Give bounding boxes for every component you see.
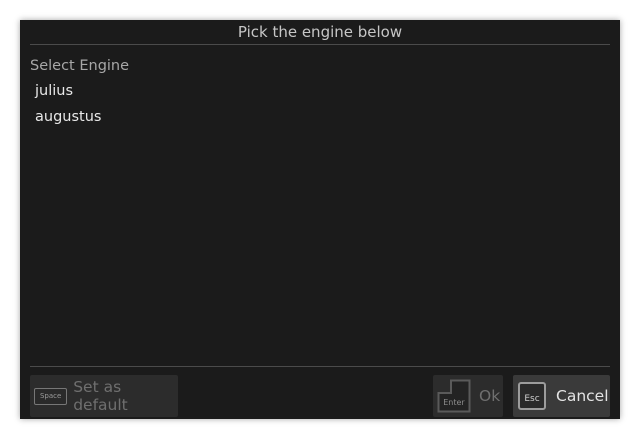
title-divider [30,44,610,45]
set-default-label: Set as default [73,378,128,414]
dialog-title: Pick the engine below [237,23,403,41]
cancel-label: Cancel [556,387,609,405]
cancel-button[interactable]: Esc Cancel [513,375,610,417]
engine-item-julius[interactable]: julius [30,78,610,104]
engine-list: julius augustus [30,78,610,130]
engine-item-augustus[interactable]: augustus [30,104,610,130]
engine-picker-dialog: Pick the engine below Select Engine juli… [20,20,620,419]
enter-key-icon: Enter [437,379,471,413]
enter-key-text: Enter [443,398,465,407]
select-engine-label: Select Engine [30,58,130,74]
ok-label: Ok [479,387,501,405]
ok-button[interactable]: Enter Ok [433,375,503,417]
footer-divider [30,366,610,367]
space-key-icon: Space [34,387,68,405]
set-default-button[interactable]: Space Set as default [30,375,178,417]
esc-key-icon: Esc [518,382,546,410]
